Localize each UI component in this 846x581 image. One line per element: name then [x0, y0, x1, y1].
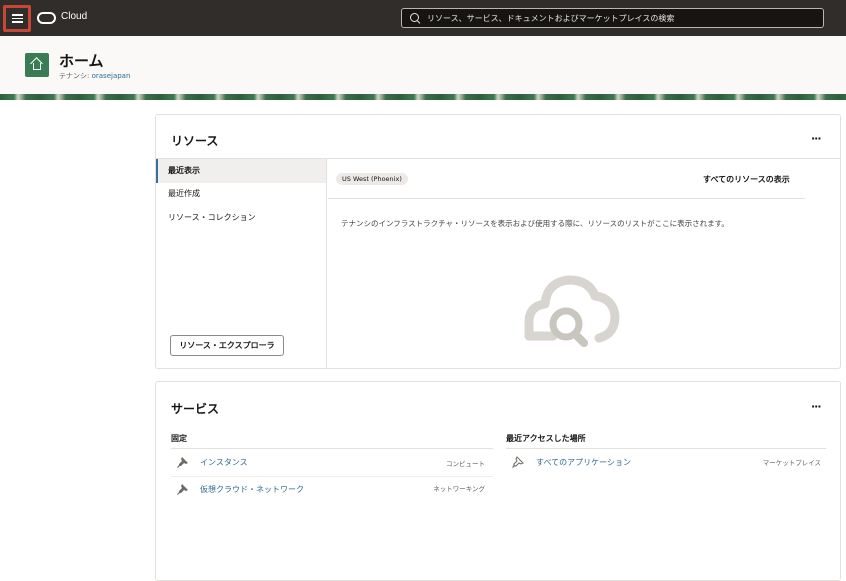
side-item-recently-viewed[interactable]: 最近表示: [156, 159, 326, 183]
resources-more-button[interactable]: ···: [811, 132, 822, 145]
divider: [171, 448, 493, 449]
navigation-menu-button[interactable]: [3, 5, 31, 32]
service-category: ネットワーキング: [433, 485, 485, 493]
search-icon: [410, 13, 420, 23]
cloud-search-icon: [524, 275, 620, 347]
divider: [506, 448, 826, 449]
tenancy-link[interactable]: orasejapan: [92, 72, 131, 80]
recently-accessed-heading: 最近アクセスした場所: [506, 434, 586, 443]
top-navigation-bar: Cloud: [0, 0, 846, 36]
service-link-all-applications[interactable]: すべてのアプリケーション: [536, 457, 631, 468]
page-header: ホーム テナンシ: orasejapan: [0, 36, 846, 94]
divider: [171, 476, 493, 477]
services-card: サービス ··· 固定 インスタンス コンピュート 仮想クラウド・ネットワーク …: [155, 381, 841, 581]
services-more-button[interactable]: ···: [811, 400, 822, 413]
pin-outline-icon[interactable]: [512, 456, 524, 468]
tenancy-label: テナンシ:: [59, 72, 92, 80]
service-category: マーケットプレイス: [762, 459, 821, 467]
search-input[interactable]: [427, 13, 807, 23]
side-item-resource-collections[interactable]: リソース・コレクション: [156, 206, 326, 230]
resources-side-nav: 最近表示 最近作成 リソース・コレクション リソース・エクスプローラ: [156, 159, 327, 369]
services-title: サービス: [171, 402, 220, 416]
resources-title: リソース: [171, 134, 219, 148]
pin-icon[interactable]: [177, 456, 189, 468]
view-all-resources-link[interactable]: すべてのリソースの表示: [703, 174, 790, 185]
divider: [328, 198, 805, 199]
resource-explorer-button[interactable]: リソース・エクスプローラ: [170, 335, 284, 356]
region-badge: US West (Phoenix): [336, 173, 408, 185]
oracle-logo-icon[interactable]: [37, 12, 56, 24]
brand-name[interactable]: Cloud: [61, 11, 87, 22]
list-item[interactable]: すべてのアプリケーション マーケットプレイス: [506, 451, 826, 473]
search-bar[interactable]: [401, 8, 824, 28]
resources-card: リソース ··· 最近表示 最近作成 リソース・コレクション リソース・エクスプ…: [155, 114, 841, 369]
service-link-vcn[interactable]: 仮想クラウド・ネットワーク: [200, 484, 304, 495]
service-category: コンピュート: [446, 460, 485, 468]
tenancy-info: テナンシ: orasejapan: [59, 71, 130, 81]
pin-icon[interactable]: [177, 483, 189, 495]
list-item[interactable]: インスタンス コンピュート: [171, 451, 493, 473]
page-title: ホーム: [59, 52, 104, 70]
home-icon: [33, 63, 41, 70]
list-item[interactable]: 仮想クラウド・ネットワーク ネットワーキング: [171, 478, 493, 500]
service-link-instances[interactable]: インスタンス: [200, 457, 248, 468]
decorative-banner: [0, 94, 846, 100]
pinned-heading: 固定: [171, 434, 187, 443]
empty-state-message: テナンシのインフラストラクチャ・リソースを表示および使用する際に、リソースのリス…: [341, 219, 729, 228]
hamburger-icon: [11, 14, 23, 23]
home-tile: [25, 53, 49, 77]
side-item-recently-created[interactable]: 最近作成: [156, 182, 326, 206]
